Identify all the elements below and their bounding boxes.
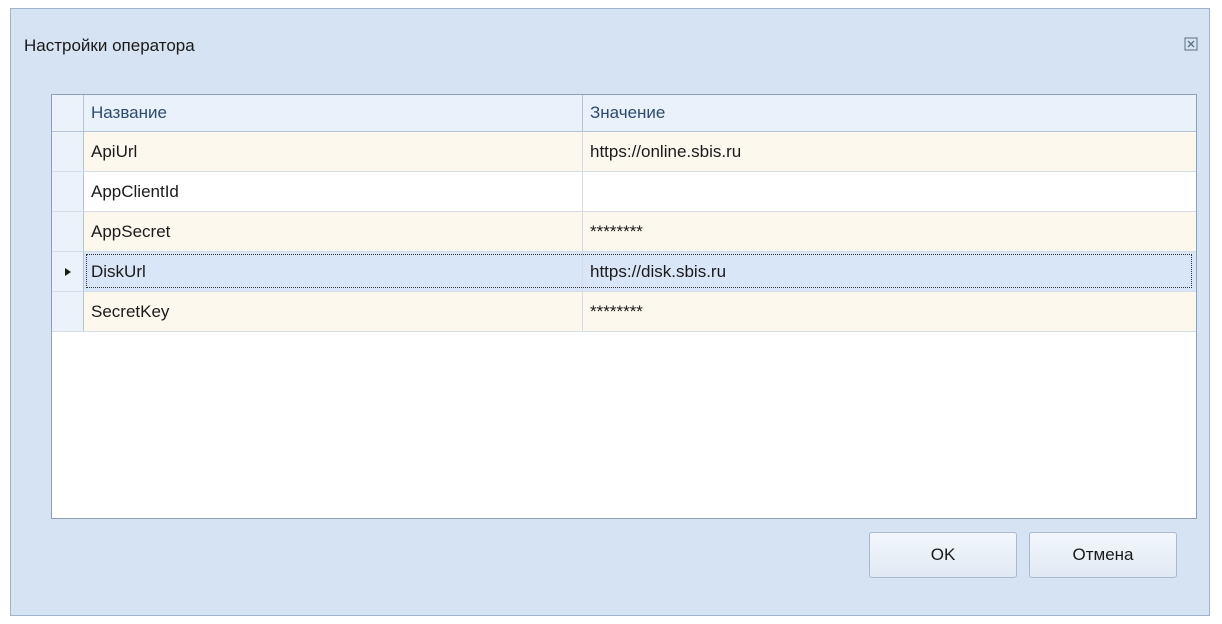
- header-indicator-cell: [52, 95, 84, 131]
- row-name-cell[interactable]: DiskUrl: [84, 252, 583, 291]
- row-value-cell[interactable]: [583, 172, 1196, 211]
- table-row-selected[interactable]: DiskUrl https://disk.sbis.ru: [52, 252, 1196, 292]
- dialog-title: Настройки оператора: [24, 36, 195, 55]
- column-header-value[interactable]: Значение: [583, 95, 1196, 131]
- row-name-cell[interactable]: AppClientId: [84, 172, 583, 211]
- row-value-cell[interactable]: https://online.sbis.ru: [583, 132, 1196, 171]
- grid-header-row: Название Значение: [52, 95, 1196, 132]
- row-indicator-cell[interactable]: [52, 292, 84, 331]
- row-value-cell[interactable]: https://disk.sbis.ru: [583, 252, 1196, 291]
- table-row[interactable]: SecretKey ********: [52, 292, 1196, 332]
- table-row[interactable]: AppSecret ********: [52, 212, 1196, 252]
- settings-dialog: Настройки оператора Название Значение Ap…: [10, 8, 1210, 616]
- row-value-cell[interactable]: ********: [583, 212, 1196, 251]
- row-name-cell[interactable]: AppSecret: [84, 212, 583, 251]
- close-button[interactable]: [1181, 36, 1201, 56]
- cancel-button[interactable]: Отмена: [1029, 532, 1177, 578]
- title-bar: Настройки оператора: [11, 9, 1209, 83]
- row-value-cell[interactable]: ********: [583, 292, 1196, 331]
- table-row[interactable]: AppClientId: [52, 172, 1196, 212]
- row-indicator-cell[interactable]: [52, 172, 84, 211]
- settings-grid: Название Значение ApiUrl https://online.…: [51, 94, 1197, 519]
- row-indicator-arrow-icon: [64, 262, 72, 282]
- row-name-cell[interactable]: SecretKey: [84, 292, 583, 331]
- row-indicator-cell[interactable]: [52, 212, 84, 251]
- row-indicator-cell[interactable]: [52, 252, 84, 291]
- row-name-cell[interactable]: ApiUrl: [84, 132, 583, 171]
- column-header-name[interactable]: Название: [84, 95, 583, 131]
- row-indicator-cell[interactable]: [52, 132, 84, 171]
- close-icon: [1184, 36, 1198, 56]
- ok-button[interactable]: OK: [869, 532, 1017, 578]
- table-row[interactable]: ApiUrl https://online.sbis.ru: [52, 132, 1196, 172]
